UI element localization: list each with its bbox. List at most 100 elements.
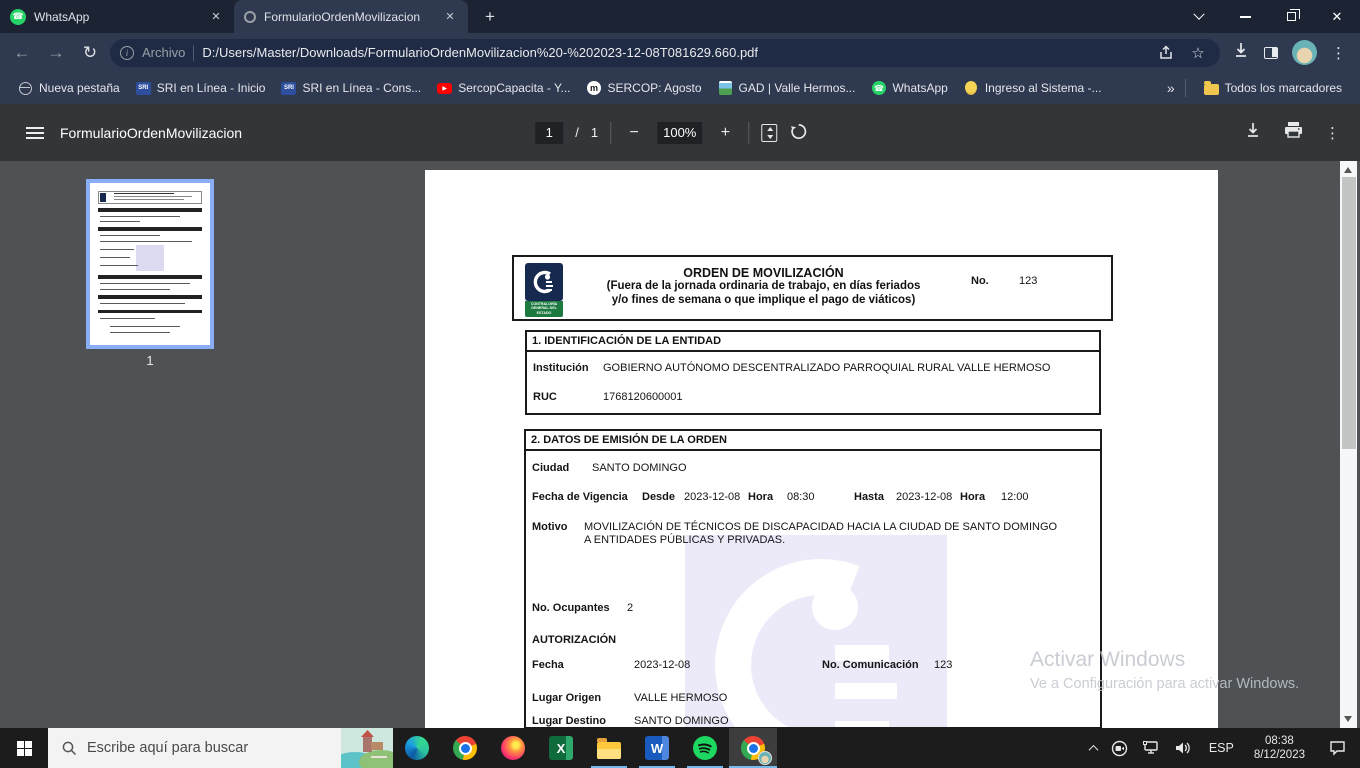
section-datos-emision: 2. DATOS DE EMISIÓN DE LA ORDEN Ciudad S…	[524, 429, 1102, 728]
tab-title: FormularioOrdenMovilizacion	[264, 9, 421, 24]
motivo-value: MOVILIZACIÓN DE TÉCNICOS DE DISCAPACIDAD…	[584, 521, 1058, 546]
taskbar-word[interactable]: W	[633, 728, 681, 768]
comunicacion-label: No. Comunicación	[822, 659, 919, 671]
scrollbar-thumb[interactable]	[1341, 177, 1356, 449]
address-url-text[interactable]: D:/Users/Master/Downloads/FormularioOrde…	[202, 45, 1146, 60]
thumbnail-page-number: 1	[146, 353, 154, 368]
meet-now-icon[interactable]	[1104, 728, 1135, 768]
form-title: ORDEN DE MOVILIZACIÓN	[683, 266, 844, 280]
bookmark-label: SRI en Línea - Inicio	[156, 81, 266, 95]
whatsapp-icon: ☎	[10, 8, 26, 25]
toolbar-divider	[610, 121, 612, 144]
ruc-label: RUC	[533, 391, 557, 403]
minimize-button[interactable]	[1222, 0, 1268, 33]
institucion-label: Institución	[533, 362, 589, 374]
zoom-level-input[interactable]: 100%	[657, 121, 703, 144]
zoom-in-button[interactable]: +	[714, 124, 736, 142]
search-input[interactable]	[87, 740, 297, 756]
back-button[interactable]: ←	[8, 39, 36, 67]
side-panel-icon[interactable]	[1264, 46, 1278, 59]
bookmarks-overflow-chevron[interactable]: »	[1167, 80, 1175, 96]
taskbar-chrome-active[interactable]	[729, 728, 777, 768]
start-button[interactable]	[0, 728, 48, 768]
ocupantes-label: No. Ocupantes	[532, 602, 610, 614]
taskbar-search-box[interactable]	[48, 728, 393, 768]
network-icon[interactable]	[1135, 728, 1167, 768]
institucion-value: GOBIERNO AUTÓNOMO DESCENTRALIZADO PARROQ…	[603, 362, 1051, 374]
hora-desde-label: Hora	[748, 491, 774, 503]
search-icon	[62, 741, 77, 755]
taskbar-file-explorer[interactable]	[585, 728, 633, 768]
tab-search-chevron-icon[interactable]	[1176, 0, 1222, 33]
sercop-icon: m	[587, 81, 602, 96]
bookmark-label: Nueva pestaña	[39, 81, 120, 95]
folder-icon	[1203, 80, 1219, 96]
taskbar-spotify[interactable]	[681, 728, 729, 768]
sri-icon: SRI	[135, 81, 151, 96]
order-number-value: 123	[1019, 275, 1038, 287]
windows-logo-icon	[16, 740, 32, 756]
tab-formulario-pdf[interactable]: FormularioOrdenMovilizacion ✕	[234, 0, 468, 33]
bookmark-star-icon[interactable]: ☆	[1186, 44, 1210, 62]
taskbar-clock[interactable]: 08:38 8/12/2023	[1244, 728, 1315, 768]
ciudad-value: SANTO DOMINGO	[592, 462, 687, 474]
taskbar-chrome[interactable]	[441, 728, 489, 768]
bookmark-sri-consultas[interactable]: SRI SRI en Línea - Cons...	[273, 77, 429, 100]
taskbar-firefox[interactable]	[489, 728, 537, 768]
bookmark-sri-inicio[interactable]: SRI SRI en Línea - Inicio	[128, 77, 274, 100]
bookmarks-divider	[1184, 79, 1186, 97]
address-bar[interactable]: i Archivo D:/Users/Master/Downloads/Form…	[110, 38, 1220, 67]
scroll-down-arrow[interactable]	[1344, 716, 1352, 722]
section-identificacion: 1. IDENTIFICACIÓN DE LA ENTIDAD Instituc…	[525, 330, 1101, 415]
pdf-menu-icon[interactable]	[26, 126, 44, 139]
page-number-input[interactable]: 1	[535, 121, 564, 144]
tab-whatsapp[interactable]: ☎ WhatsApp ✕	[0, 0, 234, 33]
bookmark-ingreso-sistema[interactable]: Ingreso al Sistema -...	[956, 77, 1110, 100]
vertical-scrollbar[interactable]	[1340, 161, 1357, 728]
close-tab-icon[interactable]: ✕	[442, 9, 458, 25]
hasta-label: Hasta	[854, 491, 884, 503]
page-1-thumbnail[interactable]	[86, 179, 214, 349]
fit-page-icon[interactable]	[761, 123, 778, 142]
window-controls: ✕	[1176, 0, 1360, 33]
pdf-more-options-icon[interactable]: ⋮	[1325, 124, 1340, 142]
new-tab-button[interactable]: +	[478, 7, 502, 27]
bookmark-sercop-agosto[interactable]: m SERCOP: Agosto	[579, 77, 710, 100]
spotify-icon	[693, 736, 717, 760]
action-center-icon[interactable]	[1315, 728, 1360, 768]
bookmark-sercopcapacita[interactable]: ▶ SercopCapacita - Y...	[429, 77, 578, 100]
bookmark-nueva-pestana[interactable]: Nueva pestaña	[10, 77, 128, 100]
restore-button[interactable]	[1268, 0, 1314, 33]
browser-menu-icon[interactable]: ⋮	[1331, 44, 1346, 62]
downloads-icon[interactable]	[1232, 41, 1250, 64]
pdf-download-icon[interactable]	[1244, 121, 1262, 144]
volume-icon[interactable]	[1167, 728, 1199, 768]
close-tab-icon[interactable]: ✕	[208, 9, 224, 25]
desde-value: 2023-12-08	[684, 491, 741, 503]
bookmark-gad-valle-hermoso[interactable]: GAD | Valle Hermos...	[710, 77, 864, 100]
rotate-icon[interactable]	[789, 122, 808, 144]
toolbar-actions: ⋮	[1226, 40, 1352, 65]
language-indicator[interactable]: ESP	[1199, 728, 1244, 768]
hidden-icons-chevron[interactable]	[1083, 728, 1104, 768]
all-bookmarks-button[interactable]: Todos los marcadores	[1196, 77, 1350, 100]
motivo-label: Motivo	[532, 521, 568, 533]
share-icon[interactable]	[1154, 44, 1178, 61]
pdf-print-icon[interactable]	[1284, 121, 1303, 144]
form-number-block: No. 123	[953, 257, 1111, 319]
page-info-icon[interactable]: i	[120, 45, 134, 60]
bookmark-label: Ingreso al Sistema -...	[984, 81, 1102, 95]
bookmark-whatsapp[interactable]: ☎ WhatsApp	[863, 77, 955, 100]
toolbar-divider	[748, 121, 750, 144]
hora-hasta-value: 12:00	[1001, 491, 1029, 503]
scroll-up-arrow[interactable]	[1344, 167, 1352, 173]
taskbar-edge[interactable]	[393, 728, 441, 768]
zoom-out-button[interactable]: −	[623, 124, 645, 142]
forward-button[interactable]: →	[42, 39, 70, 67]
bing-daily-image[interactable]	[341, 728, 393, 768]
taskbar-excel[interactable]: X	[537, 728, 585, 768]
profile-avatar[interactable]	[1292, 40, 1317, 65]
reload-button[interactable]: ↻	[76, 39, 104, 67]
close-window-button[interactable]: ✕	[1314, 0, 1360, 33]
sri-icon: SRI	[281, 81, 297, 96]
